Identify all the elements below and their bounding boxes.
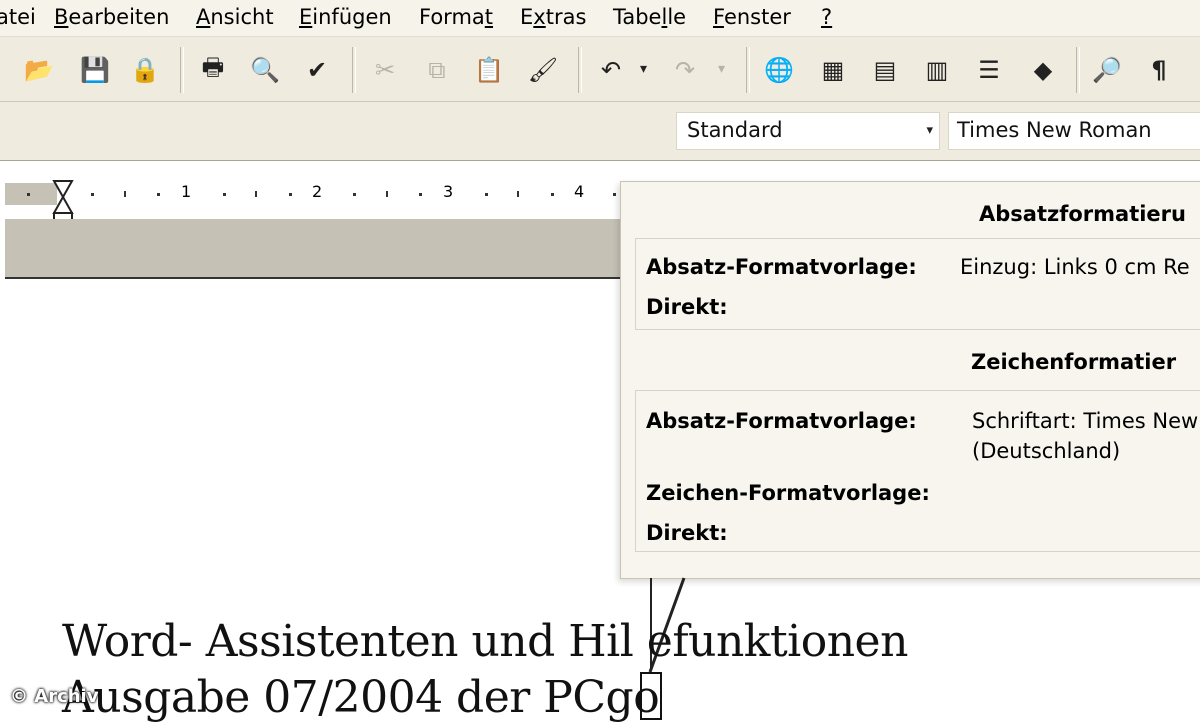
menu-extras[interactable]: Extras bbox=[520, 5, 586, 29]
character-formatting-box: Absatz-Formatvorlage: Schriftart: Times … bbox=[635, 390, 1200, 552]
document-subheading-line[interactable]: Ausgabe 07/2004 der PCgo bbox=[62, 672, 660, 723]
undo-dropdown-icon[interactable]: ▾ bbox=[640, 61, 647, 77]
standard-toolbar: 📂 💾 🔒 🖶 🔍 ✔ ✂ ⧉ 📋 🖌 ↶ ▾ ↷ ▾ 🌐 ▦ ▤ ▥ ☰ ◆ … bbox=[0, 37, 1200, 102]
font-dropdown[interactable]: Times New Roman bbox=[948, 112, 1200, 150]
menu-format[interactable]: Format bbox=[419, 5, 493, 29]
redo-dropdown-icon[interactable]: ▾ bbox=[718, 61, 725, 77]
toolbar-separator bbox=[578, 47, 582, 93]
ruler-dot bbox=[289, 193, 292, 196]
document-heading-line[interactable]: Word- Assistenten und Hil efunktionen bbox=[62, 616, 908, 667]
open-icon[interactable]: 📂 bbox=[20, 51, 58, 89]
toolbar-separator bbox=[180, 47, 184, 93]
menu-tabelle[interactable]: Tabelle bbox=[613, 5, 686, 29]
paragraph-style-label: Absatz-Formatvorlage: bbox=[646, 255, 917, 279]
document-map-icon[interactable]: 🔎 bbox=[1088, 51, 1126, 89]
hyperlink-icon[interactable]: 🌐 bbox=[760, 51, 798, 89]
ruler-dot bbox=[223, 193, 226, 196]
character-paragraph-style-label: Absatz-Formatvorlage: bbox=[646, 409, 917, 433]
columns-icon[interactable]: ☰ bbox=[970, 51, 1008, 89]
ruler-tick bbox=[386, 191, 388, 197]
insert-excel-icon[interactable]: ▥ bbox=[918, 51, 956, 89]
ruler-number: 4 bbox=[574, 182, 585, 201]
menu-einfuegen[interactable]: Einfügen bbox=[299, 5, 392, 29]
toolbar-separator bbox=[1076, 47, 1080, 93]
paragraph-style-value[interactable]: Einzug: Links 0 cm Re bbox=[960, 255, 1190, 279]
ruler-tick bbox=[124, 191, 126, 197]
save-icon[interactable]: 💾 bbox=[76, 51, 114, 89]
tables-borders-icon[interactable]: ▦ bbox=[814, 51, 852, 89]
paragraph-formatting-box: Absatz-Formatvorlage: Einzug: Links 0 cm… bbox=[635, 238, 1200, 330]
menu-ansicht[interactable]: Ansicht bbox=[196, 5, 274, 29]
toolbar-separator bbox=[746, 47, 750, 93]
character-font-value[interactable]: Schriftart: Times New bbox=[972, 409, 1198, 433]
copyright-watermark: © Archiv bbox=[10, 686, 99, 707]
font-value: Times New Roman bbox=[957, 118, 1152, 142]
character-language-value: (Deutschland) bbox=[972, 439, 1121, 463]
toolbar-separator bbox=[352, 47, 356, 93]
cut-icon[interactable]: ✂ bbox=[366, 51, 404, 89]
ruler-dot bbox=[27, 193, 30, 196]
print-icon[interactable]: 🖶 bbox=[194, 51, 232, 89]
paste-icon[interactable]: 📋 bbox=[470, 51, 508, 89]
print-preview-icon[interactable]: 🔍 bbox=[246, 51, 284, 89]
page-top-margin bbox=[5, 219, 625, 279]
paragraph-formatting-heading: Absatzformatieru bbox=[979, 202, 1186, 226]
character-direct-label: Direkt: bbox=[646, 521, 728, 545]
ruler-number: 2 bbox=[312, 182, 323, 201]
menu-fenster[interactable]: Fenster bbox=[713, 5, 791, 29]
selected-character-box bbox=[640, 672, 662, 720]
format-painter-icon[interactable]: 🖌 bbox=[524, 51, 562, 89]
ruler-dot bbox=[91, 193, 94, 196]
ruler-dot bbox=[419, 193, 422, 196]
ruler-dot bbox=[353, 193, 356, 196]
character-formatting-heading: Zeichenformatier bbox=[971, 350, 1177, 374]
paragraph-direct-label: Direkt: bbox=[646, 295, 728, 319]
horizontal-ruler[interactable]: 1 2 3 4 bbox=[5, 179, 625, 226]
ruler-dot bbox=[613, 193, 616, 196]
style-dropdown[interactable]: Standard ▾ bbox=[676, 112, 940, 150]
menu-datei[interactable]: atei bbox=[0, 5, 36, 29]
pilcrow-icon[interactable]: ¶ bbox=[1140, 51, 1178, 89]
character-style-label: Zeichen-Formatvorlage: bbox=[646, 481, 930, 505]
chevron-down-icon[interactable]: ▾ bbox=[926, 123, 933, 138]
ruler-dot bbox=[157, 193, 160, 196]
copy-icon[interactable]: ⧉ bbox=[418, 51, 456, 89]
redo-icon[interactable]: ↷ bbox=[666, 51, 704, 89]
ruler-dot bbox=[551, 193, 554, 196]
undo-icon[interactable]: ↶ bbox=[592, 51, 630, 89]
ruler-tick bbox=[517, 191, 519, 197]
permission-icon[interactable]: 🔒 bbox=[126, 51, 164, 89]
ruler-dot bbox=[485, 193, 488, 196]
spelling-icon[interactable]: ✔ bbox=[298, 51, 336, 89]
drawing-icon[interactable]: ◆ bbox=[1024, 51, 1062, 89]
ruler-number: 1 bbox=[181, 182, 192, 201]
insert-table-icon[interactable]: ▤ bbox=[866, 51, 904, 89]
formatting-toolbar: Standard ▾ Times New Roman bbox=[0, 102, 1200, 161]
reveal-formatting-tooltip: Absatzformatieru Absatz-Formatvorlage: E… bbox=[620, 181, 1200, 579]
menu-bearbeiten[interactable]: Bearbeiten bbox=[54, 5, 169, 29]
ruler-tick bbox=[255, 191, 257, 197]
ruler-number: 3 bbox=[443, 182, 454, 201]
menu-help[interactable]: ? bbox=[821, 5, 832, 29]
style-value: Standard bbox=[687, 118, 783, 142]
menu-bar: atei Bearbeiten Ansicht Einfügen Format … bbox=[0, 0, 1200, 37]
